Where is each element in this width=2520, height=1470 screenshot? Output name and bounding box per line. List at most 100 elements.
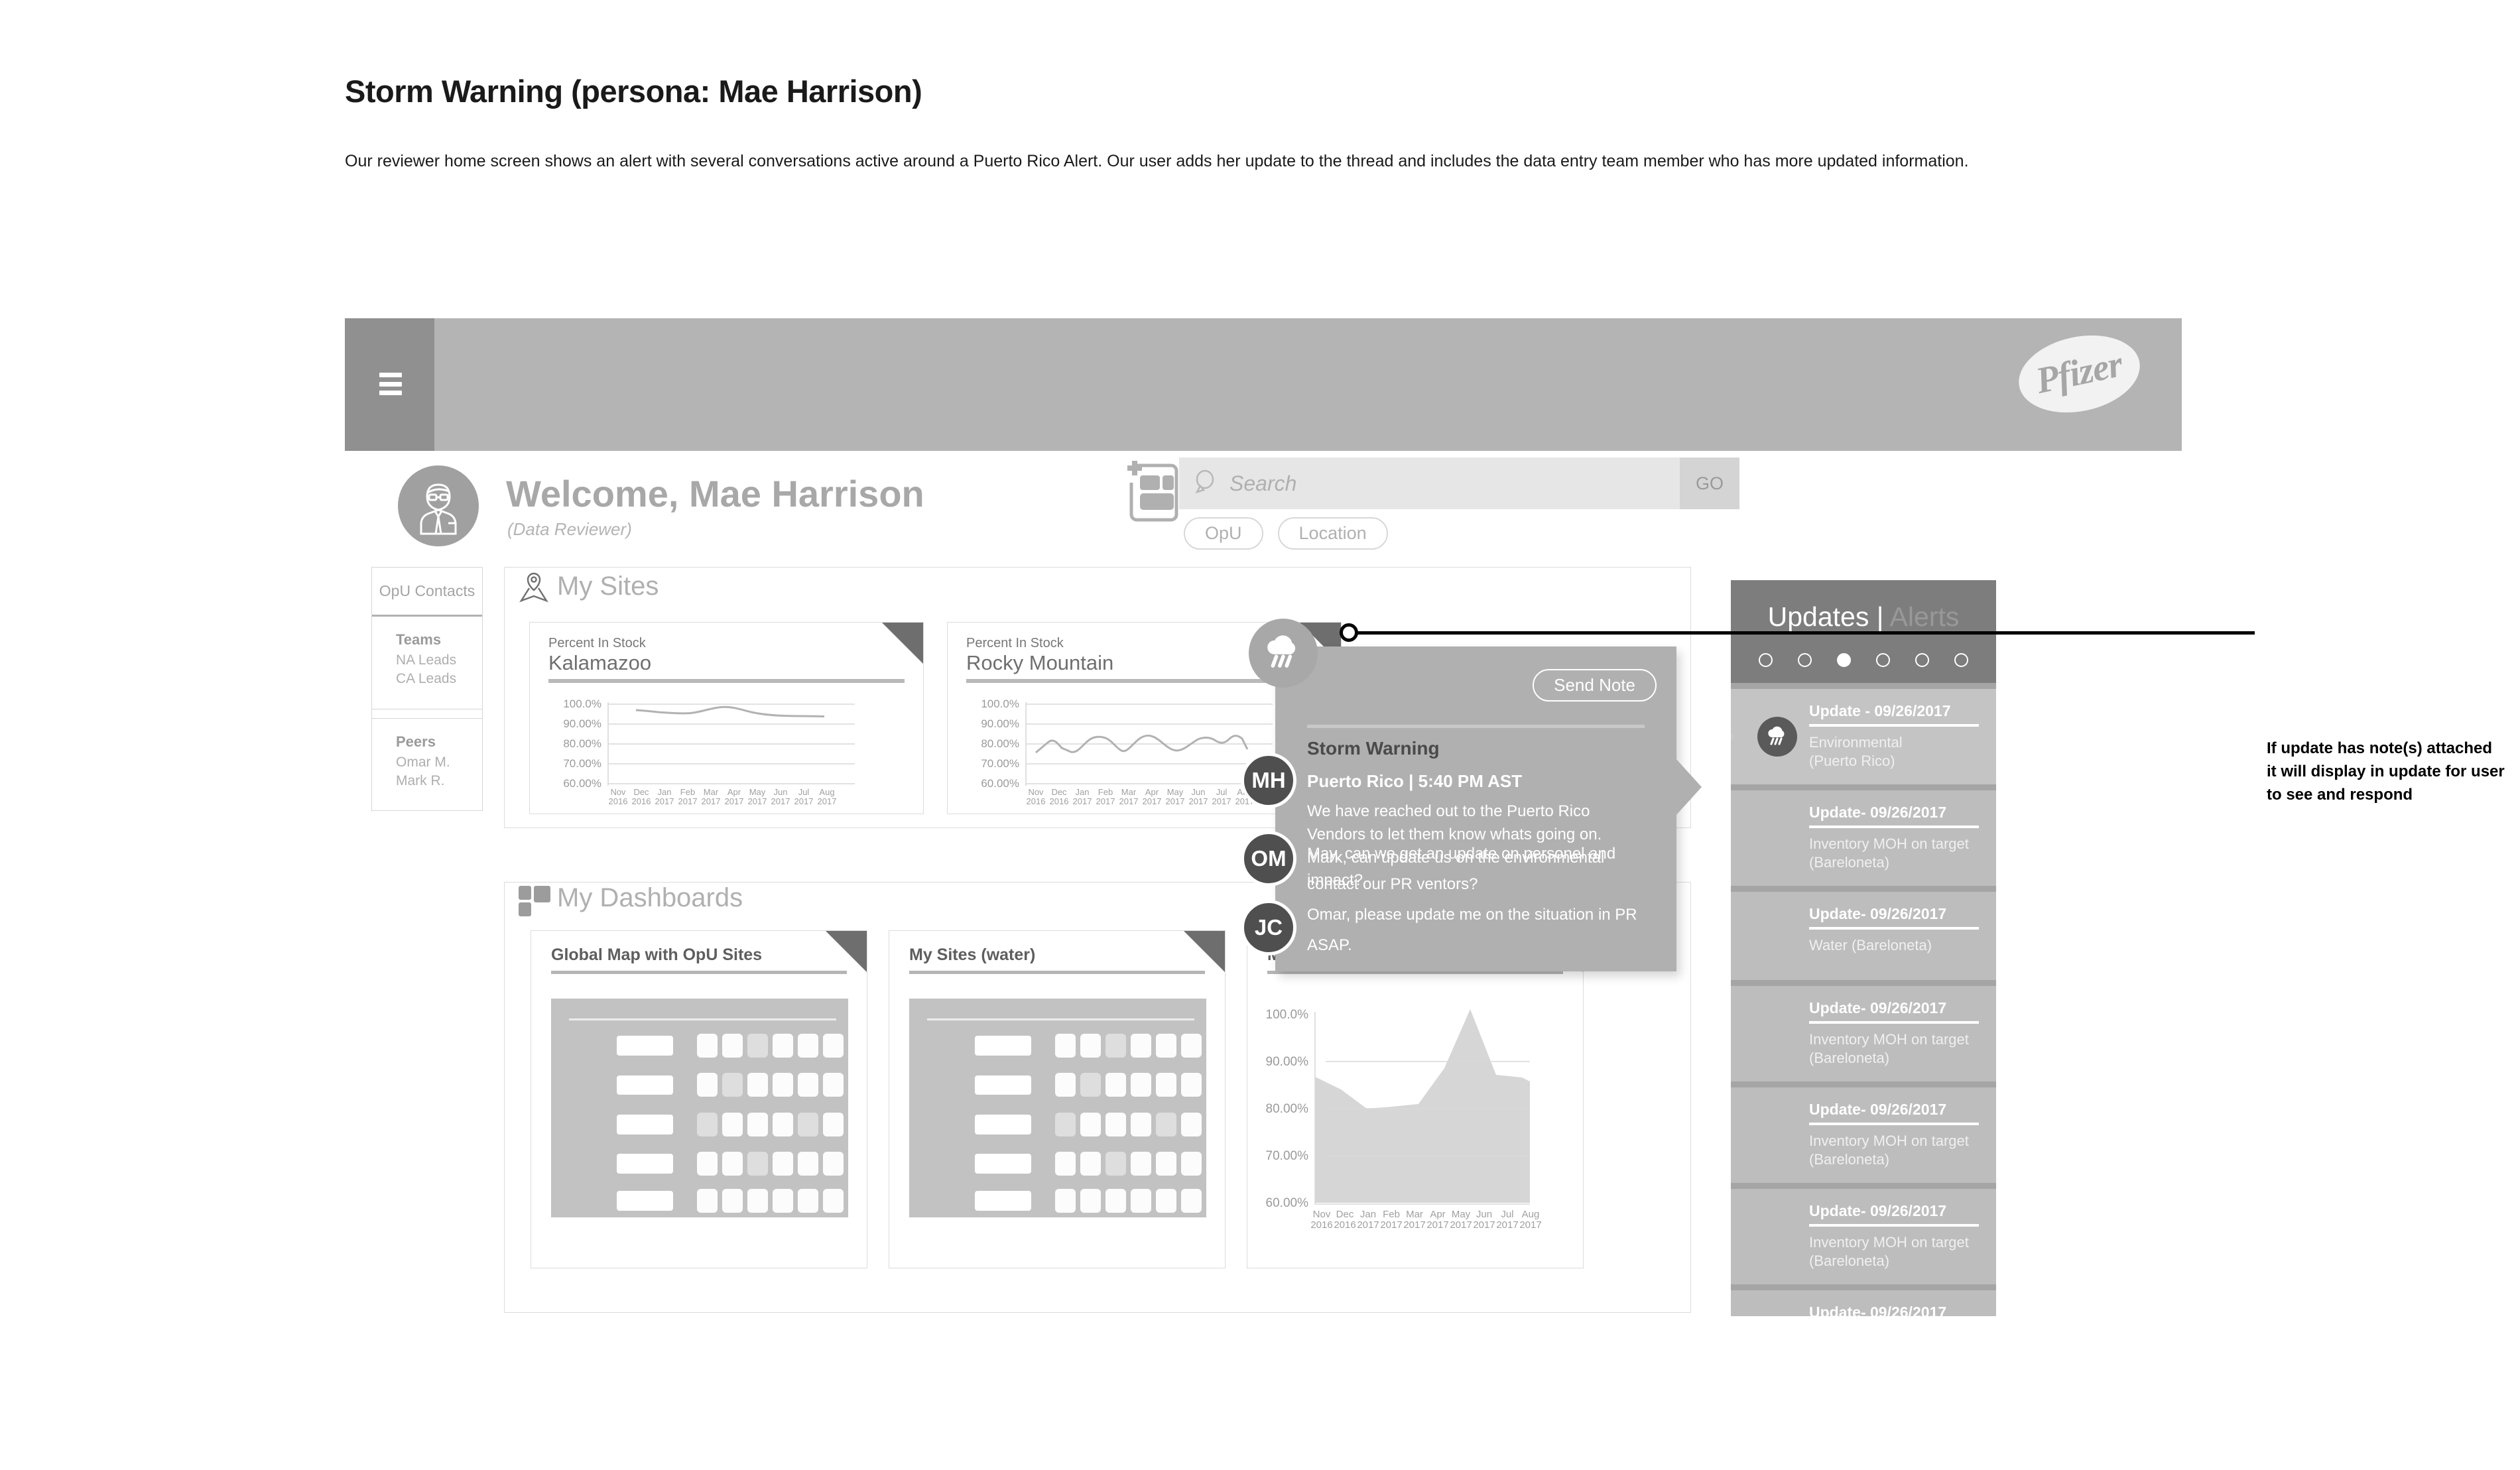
card-fold-corner — [826, 931, 867, 972]
storm-cloud-icon — [1249, 619, 1318, 688]
svg-text:Aug: Aug — [1522, 1209, 1540, 1220]
svg-text:60.00%: 60.00% — [563, 777, 601, 790]
tab-updates[interactable]: Updates — [1768, 601, 1869, 632]
update-list-item[interactable]: Update- 09/26/2017 Water (Bareloneta) — [1731, 886, 1996, 980]
update-list-item[interactable]: Update- 09/26/2017 Inventory MOH on targ… — [1731, 1284, 1996, 1316]
svg-text:2016: 2016 — [632, 796, 651, 806]
filter-chip-location[interactable]: Location — [1277, 517, 1388, 550]
hamburger-icon — [379, 373, 402, 395]
svg-text:100.0%: 100.0% — [981, 698, 1019, 710]
pfizer-logo: Pfizer — [2011, 324, 2147, 424]
search-go-button[interactable]: GO — [1680, 458, 1739, 509]
update-list-item[interactable]: Update - 09/26/2017 Environmental (Puert… — [1731, 683, 1996, 784]
svg-text:Jan: Jan — [658, 787, 672, 797]
pagination-dot[interactable] — [1915, 653, 1929, 667]
svg-text:60.00%: 60.00% — [981, 777, 1019, 790]
opu-contacts-header: OpU Contacts — [372, 568, 482, 617]
pagination-dot[interactable] — [1759, 653, 1773, 667]
menu-button[interactable] — [345, 318, 434, 451]
pagination-dot-active[interactable] — [1837, 653, 1851, 667]
update-list-item[interactable]: Update- 09/26/2017 Inventory MOH on targ… — [1731, 1183, 1996, 1284]
message-text: Omar, please update me on the situation … — [1307, 906, 1637, 954]
svg-text:80.00%: 80.00% — [1266, 1102, 1309, 1116]
storm-cloud-icon — [1757, 717, 1797, 757]
site-card-kalamazoo[interactable]: Percent In Stock Kalamazoo 100.0% 90.00%… — [529, 622, 924, 814]
svg-text:May: May — [1452, 1209, 1471, 1220]
update-rule — [1809, 1021, 1979, 1024]
avatar-jc[interactable]: JC — [1241, 900, 1296, 955]
avatar-om[interactable]: OM — [1241, 831, 1296, 887]
my-sites-title: My Sites — [557, 572, 659, 601]
svg-text:Jul: Jul — [798, 787, 810, 797]
contacts-group-peers: Peers Omar M. Mark R. — [372, 719, 482, 811]
svg-text:2017: 2017 — [1096, 796, 1115, 806]
svg-text:2017: 2017 — [1496, 1219, 1518, 1231]
svg-text:80.00%: 80.00% — [563, 737, 601, 750]
updates-panel: Updates | Alerts Update - 09/26/2017 Env… — [1731, 580, 1996, 1316]
update-list-item[interactable]: Update- 09/26/2017 Inventory MOH on targ… — [1731, 1081, 1996, 1183]
dashboard-card-my-sites-water[interactable]: My Sites (water) — [889, 930, 1226, 1268]
dashboard-card-my-sites-co2[interactable]: My Sites (Co2) 100.0% 90.00% 80.00% 70.0… — [1247, 930, 1584, 1268]
avatar-mh[interactable]: MH — [1241, 753, 1296, 808]
pagination-dot[interactable] — [1798, 653, 1812, 667]
chart-kalamazoo: 100.0% 90.00% 80.00% 70.00% 60.00% Nov20… — [563, 698, 855, 806]
svg-text:Mar: Mar — [1121, 787, 1137, 797]
svg-text:Jun: Jun — [1192, 787, 1206, 797]
update-rule — [1809, 1224, 1979, 1227]
pagination-dot[interactable] — [1876, 653, 1890, 667]
svg-text:Mar: Mar — [1406, 1209, 1423, 1220]
svg-text:Jan: Jan — [1360, 1209, 1376, 1220]
svg-text:2017: 2017 — [725, 796, 744, 806]
svg-text:2017: 2017 — [1426, 1219, 1448, 1231]
callout-anchor-dot — [1340, 623, 1358, 642]
svg-text:Dec: Dec — [1336, 1209, 1354, 1220]
app-mockup: Pfizer Welcome, Mae Harrison (Data Revie… — [345, 318, 2182, 1366]
update-list-item[interactable]: Update- 09/26/2017 Inventory MOH on targ… — [1731, 784, 1996, 886]
svg-text:Dec: Dec — [633, 787, 649, 797]
svg-text:May: May — [1167, 787, 1184, 797]
send-note-button[interactable]: Send Note — [1533, 669, 1657, 702]
svg-text:Jul: Jul — [1216, 787, 1228, 797]
update-date: Update- 09/26/2017 — [1809, 1202, 1947, 1219]
search-bar[interactable]: Search GO — [1179, 458, 1739, 509]
update-date: Update- 09/26/2017 — [1809, 905, 1947, 922]
dashboard-card-global-map[interactable]: Global Map with OpU Sites — [531, 930, 867, 1268]
filter-chip-opu[interactable]: OpU — [1184, 517, 1263, 550]
search-input[interactable]: Search — [1229, 471, 1296, 496]
avatar[interactable] — [398, 465, 479, 546]
card-title: Kalamazoo — [548, 651, 652, 674]
map-header-line — [926, 1018, 1195, 1020]
svg-text:Aug: Aug — [819, 787, 834, 797]
pagination-dot[interactable] — [1954, 653, 1968, 667]
callout-leader-line — [1357, 631, 2255, 635]
update-rule — [1809, 826, 1979, 828]
popup-heading: Storm Warning — [1307, 738, 1440, 759]
update-text: Inventory MOH on target (Bareloneta) — [1809, 835, 1969, 871]
my-dashboards-icon — [519, 886, 550, 920]
contacts-item[interactable]: NA Leads — [396, 651, 482, 670]
update-rule — [1809, 724, 1979, 727]
app-body: Welcome, Mae Harrison (Data Reviewer) Se… — [345, 451, 2182, 1366]
svg-text:100.0%: 100.0% — [1266, 1008, 1309, 1022]
svg-text:Feb: Feb — [1383, 1209, 1400, 1220]
contacts-item[interactable]: Mark R. — [396, 772, 482, 790]
popup-subheading: Puerto Rico | 5:40 PM AST — [1307, 771, 1523, 791]
tab-alerts[interactable]: Alerts — [1890, 601, 1960, 632]
conversation-popup: Send Note Storm Warning Puerto Rico | 5:… — [1241, 619, 1702, 971]
svg-text:2017: 2017 — [1403, 1219, 1425, 1231]
svg-text:Feb: Feb — [680, 787, 695, 797]
svg-text:2016: 2016 — [1027, 796, 1046, 806]
update-list-item[interactable]: Update- 09/26/2017 Inventory MOH on targ… — [1731, 980, 1996, 1081]
svg-text:2016: 2016 — [1050, 796, 1069, 806]
callout-note: If update has note(s) attached it will d… — [2267, 739, 2505, 804]
opu-contacts-panel: OpU Contacts Teams NA Leads CA Leads Pee… — [371, 567, 483, 812]
contacts-item[interactable]: Omar M. — [396, 753, 482, 772]
svg-text:Nov: Nov — [1313, 1209, 1331, 1220]
popup-divider — [1307, 725, 1645, 728]
contacts-item[interactable]: CA Leads — [396, 670, 482, 688]
svg-text:Dec: Dec — [1051, 787, 1067, 797]
update-rule — [1809, 927, 1979, 930]
add-widget-button[interactable] — [1119, 459, 1179, 533]
update-date: Update- 09/26/2017 — [1809, 999, 1947, 1016]
svg-text:2017: 2017 — [1519, 1219, 1541, 1231]
